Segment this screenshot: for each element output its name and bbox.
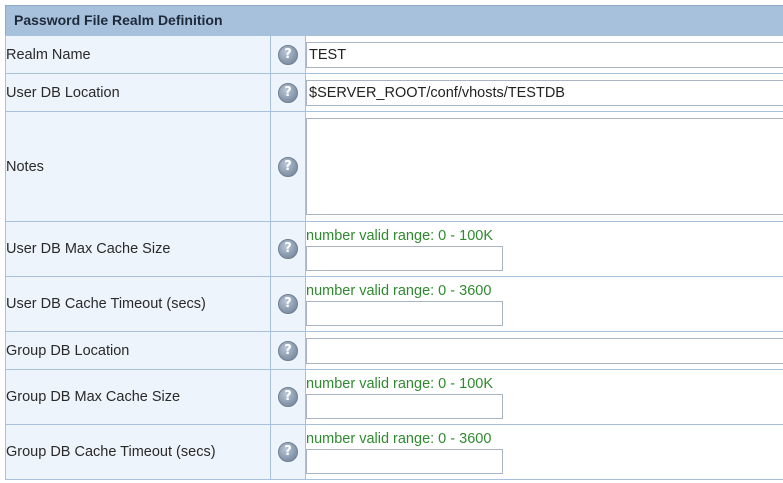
realm-form: Realm Name ? User DB Location ? Notes ? …: [5, 35, 783, 480]
range-hint: number valid range: 0 - 100K: [306, 375, 493, 392]
help-icon[interactable]: ?: [278, 156, 298, 177]
help-icon[interactable]: ?: [278, 82, 298, 103]
group-db-cache-timeout-input[interactable]: [306, 448, 503, 474]
field-label: User DB Location: [5, 73, 271, 112]
notes-textarea[interactable]: [306, 118, 783, 215]
field-label: User DB Cache Timeout (secs): [5, 276, 271, 332]
row-group-db-cache-timeout: Group DB Cache Timeout (secs) ? number v…: [5, 424, 783, 480]
panel-title: Password File Realm Definition: [14, 12, 223, 28]
range-hint: number valid range: 0 - 100K: [306, 227, 493, 244]
field-label: Notes: [5, 111, 271, 222]
row-notes: Notes ?: [5, 111, 783, 222]
realm-name-input[interactable]: [306, 41, 783, 68]
row-user-db-max-cache-size: User DB Max Cache Size ? number valid ra…: [5, 221, 783, 277]
help-icon[interactable]: ?: [278, 44, 298, 65]
group-db-max-cache-size-input[interactable]: [306, 393, 503, 419]
row-group-db-location: Group DB Location ?: [5, 331, 783, 370]
user-db-cache-timeout-input[interactable]: [306, 300, 503, 326]
realm-definition-panel: Password File Realm Definition Realm Nam…: [0, 0, 783, 483]
field-label: User DB Max Cache Size: [5, 221, 271, 277]
field-label: Group DB Cache Timeout (secs): [5, 424, 271, 480]
row-user-db-location: User DB Location ?: [5, 73, 783, 112]
field-label: Group DB Max Cache Size: [5, 369, 271, 425]
panel-header: Password File Realm Definition: [5, 5, 783, 35]
help-icon[interactable]: ?: [278, 442, 298, 462]
help-icon[interactable]: ?: [278, 340, 298, 361]
row-user-db-cache-timeout: User DB Cache Timeout (secs) ? number va…: [5, 276, 783, 332]
range-hint: number valid range: 0 - 3600: [306, 430, 492, 447]
group-db-location-input[interactable]: [306, 337, 783, 364]
field-label: Realm Name: [5, 35, 271, 74]
range-hint: number valid range: 0 - 3600: [306, 282, 492, 299]
field-label: Group DB Location: [5, 331, 271, 370]
row-group-db-max-cache-size: Group DB Max Cache Size ? number valid r…: [5, 369, 783, 425]
row-realm-name: Realm Name ?: [5, 35, 783, 74]
user-db-location-input[interactable]: [306, 79, 783, 106]
help-icon[interactable]: ?: [278, 239, 298, 259]
help-icon[interactable]: ?: [278, 387, 298, 407]
user-db-max-cache-size-input[interactable]: [306, 245, 503, 271]
help-icon[interactable]: ?: [278, 294, 298, 314]
